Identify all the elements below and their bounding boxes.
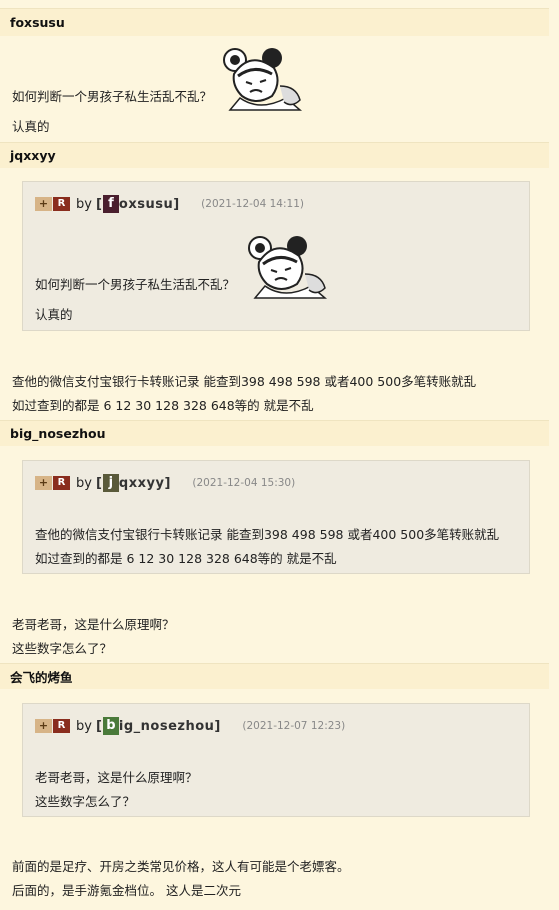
bracket-open: [ (95, 718, 102, 734)
by-label: by (76, 718, 92, 734)
bracket-open: [ (95, 196, 102, 212)
post-text-line: 如过查到的都是 6 12 30 128 328 648等的 就是不乱 (12, 398, 314, 413)
bracket-open: [ (95, 475, 102, 491)
quote-text-line: 老哥老哥，这是什么原理啊？ (35, 770, 198, 785)
by-label: by (76, 475, 92, 491)
post-text-line: 查他的微信支付宝银行卡转账记录 能查到398 498 598 或者400 500… (12, 374, 477, 389)
post-text-line: 这些数字怎么了？ (12, 641, 113, 656)
quote-text-line: 查他的微信支付宝银行卡转账记录 能查到398 498 598 或者400 500… (35, 527, 500, 542)
reply-button[interactable]: R (53, 476, 70, 490)
user-avatar[interactable]: b (102, 717, 119, 735)
user-avatar[interactable]: j (102, 474, 119, 492)
bracket-close: ] (214, 718, 221, 734)
quote-text-line: 这些数字怎么了？ (35, 794, 136, 809)
user-avatar[interactable]: f (102, 195, 119, 213)
reply-button[interactable]: R (53, 197, 70, 211)
quoted-username[interactable]: ig_nosezhou (119, 719, 215, 734)
post-text-line: 后面的，是手游氪金档位。 这人是二次元 (12, 883, 241, 898)
quote-block: + R by [ b ig_nosezhou ] (2021-12-07 12:… (22, 703, 530, 817)
quote-header: + R by [ b ig_nosezhou ] (2021-12-07 12:… (35, 717, 345, 735)
post-text-line: 老哥老哥，这是什么原理啊？ (12, 617, 175, 632)
quoted-username[interactable]: oxsusu (119, 197, 173, 212)
quote-timestamp: (2021-12-07 12:23) (242, 720, 346, 732)
post-author-name[interactable]: foxsusu (10, 15, 65, 30)
quote-text-line: 如过查到的都是 6 12 30 128 328 648等的 就是不乱 (35, 551, 337, 566)
post-text-line: 认真的 (12, 119, 50, 134)
quote-header: + R by [ f oxsusu ] (2021-12-04 14:11) (35, 195, 304, 213)
post-author-header: big_nosezhou (0, 420, 549, 446)
quote-timestamp: (2021-12-04 14:11) (201, 198, 304, 210)
post-text-line: 前面的是足疗、开房之类常见价格，这人有可能是个老嫖客。 (12, 859, 350, 874)
post-author-name[interactable]: jqxxyy (10, 148, 56, 163)
manga-girl-sticker-icon (223, 48, 303, 111)
quote-header: + R by [ j qxxyy ] (2021-12-04 15:30) (35, 474, 295, 492)
quote-block: + R by [ j qxxyy ] (2021-12-04 15:30) 查他… (22, 460, 530, 574)
post-author-header: foxsusu (0, 8, 549, 36)
bracket-close: ] (164, 475, 171, 491)
quote-text-line: 如何判断一个男孩子私生活乱不乱？ (35, 277, 236, 292)
post-author-header: jqxxyy (0, 142, 549, 168)
manga-girl-sticker-icon (248, 236, 328, 299)
bracket-close: ] (173, 196, 180, 212)
plus-button[interactable]: + (35, 719, 52, 733)
post-author-header: 会飞的烤鱼 (0, 663, 549, 689)
plus-button[interactable]: + (35, 197, 52, 211)
post-author-name[interactable]: big_nosezhou (10, 426, 106, 441)
quoted-username[interactable]: qxxyy (119, 476, 165, 491)
forum-thread: foxsusu 如何判断一个男孩子私生活乱不乱？ 认真的 jqxxyy + R … (0, 0, 559, 910)
by-label: by (76, 196, 92, 212)
reply-button[interactable]: R (53, 719, 70, 733)
post-text-line: 如何判断一个男孩子私生活乱不乱？ (12, 89, 213, 104)
quote-block: + R by [ f oxsusu ] (2021-12-04 14:11) 如… (22, 181, 530, 331)
quote-timestamp: (2021-12-04 15:30) (192, 477, 296, 489)
quote-text-line: 认真的 (35, 307, 73, 322)
post-author-name[interactable]: 会飞的烤鱼 (10, 667, 73, 686)
plus-button[interactable]: + (35, 476, 52, 490)
